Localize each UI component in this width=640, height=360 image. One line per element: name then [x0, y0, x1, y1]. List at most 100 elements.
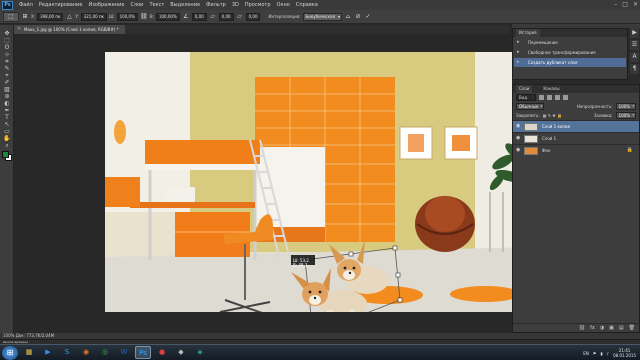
shape-filter-icon[interactable]	[563, 95, 568, 100]
taskbar-app-red-icon[interactable]: ●	[154, 346, 170, 359]
visibility-eye-icon[interactable]: ◉	[516, 121, 520, 132]
paragraph-icon[interactable]: ¶	[630, 64, 639, 74]
taskbar-word-icon[interactable]: W	[116, 346, 132, 359]
menu-item[interactable]: Файл	[16, 2, 36, 8]
tools-panel: ✥ ⬚ ʘ ⊹ ⌗ ✎ ⌖ ✐ ▨ ⊛ ◐ ✒ T ↖ ▭ ✋ ⌕	[0, 25, 14, 333]
taskbar-photoshop-icon[interactable]: Ps	[135, 346, 151, 359]
angle-field[interactable]: 0,00	[191, 12, 207, 21]
tool-preset-picker[interactable]: ⬚	[3, 11, 19, 22]
new-group-icon[interactable]: ▤	[619, 324, 624, 332]
link-icon[interactable]: ⛓	[140, 13, 148, 21]
h-skew-field[interactable]: 0,00	[218, 12, 234, 21]
history-panel: История ▸ Перемещение ▸ Свободное трансформ…	[512, 28, 628, 80]
menu-item[interactable]: Изображение	[85, 2, 127, 8]
lock-label: Закрепить:	[516, 113, 540, 118]
document-tab[interactable]: × Maxx_1.jpg @ 100% (Слой 1 копия, RGB/8…	[14, 25, 125, 34]
history-item-label: Перемещение	[528, 40, 558, 45]
height-field[interactable]: 100,00%	[155, 12, 180, 21]
reference-point-icon[interactable]: ⊞	[21, 13, 29, 21]
link-layers-icon[interactable]: ⛓	[579, 324, 585, 332]
play-actions-icon[interactable]: ▶	[630, 28, 639, 38]
menu-item[interactable]: 3D	[229, 2, 242, 8]
zoom-doc-info: 100% Док: 773,7K/2,04M	[3, 333, 55, 338]
network-icon[interactable]: ▮	[600, 351, 602, 356]
history-item[interactable]: ▸ Создать дубликат слоя	[514, 58, 626, 67]
tab-layers[interactable]: Слои	[516, 85, 533, 93]
menu-item[interactable]: Слои	[127, 2, 146, 8]
taskbar-firefox-icon[interactable]: ◉	[78, 346, 94, 359]
adjustment-filter-icon[interactable]	[547, 95, 552, 100]
layer-kind-filter[interactable]: Вид	[516, 94, 536, 101]
relative-position-icon[interactable]: △	[65, 13, 73, 21]
add-mask-icon[interactable]: ▣	[609, 324, 614, 332]
transform-tooltip-line: В: 48,3	[293, 263, 308, 268]
close-window-button[interactable]: ✕	[633, 0, 638, 10]
blend-mode-dropdown[interactable]: Обычные	[516, 103, 545, 110]
document-tab-bar: × Maxx_1.jpg @ 100% (Слой 1 копия, RGB/8…	[14, 25, 510, 34]
history-item[interactable]: ▸ Свободное трансформирование	[514, 48, 626, 57]
commit-transform-icon[interactable]: ✓	[364, 13, 372, 21]
taskbar-skype-icon[interactable]: S	[59, 346, 75, 359]
fx-icon[interactable]: fx	[590, 324, 595, 332]
fill-field[interactable]: 100%	[615, 112, 636, 119]
clock[interactable]: 21:41 08.01.2015	[613, 348, 636, 358]
type-filter-icon[interactable]	[555, 95, 560, 100]
visibility-eye-icon[interactable]: ◉	[516, 133, 520, 144]
minimize-button[interactable]: –	[614, 0, 617, 10]
y-field[interactable]: 321,00 пк	[80, 12, 107, 21]
x-label: X:	[31, 14, 36, 19]
menu-item[interactable]: Выделение	[167, 2, 203, 8]
language-indicator[interactable]: EN	[583, 351, 589, 356]
interpolation-dropdown[interactable]: Бикубическая	[302, 12, 343, 21]
canvas-area[interactable]: Ш: 53,2 В: 48,3	[15, 34, 535, 333]
layer-name: Слой 1	[542, 136, 557, 141]
document-title: Maxx_1.jpg @ 100% (Слой 1 копия, RGB/8#)…	[24, 27, 119, 32]
menu-item[interactable]: Окно	[274, 2, 293, 8]
right-panels: История ▸ Перемещение ▸ Свободное трансформ…	[512, 24, 640, 333]
taskbar-app-gray-icon[interactable]: ◆	[173, 346, 189, 359]
tool-button[interactable]: ⌕	[2, 141, 12, 150]
menu-item[interactable]: Текст	[146, 2, 167, 8]
start-button[interactable]: ⊞	[2, 345, 18, 360]
adjustment-layer-icon[interactable]: ◑	[600, 324, 604, 332]
menu-item[interactable]: Просмотр	[242, 2, 274, 8]
flag-icon[interactable]: ⚑	[593, 351, 597, 356]
history-item[interactable]: ▸ Перемещение	[514, 38, 626, 47]
lock-icons[interactable]: ▦ ✎ ✥ 🔒	[543, 111, 562, 120]
volume-icon[interactable]: ♪	[607, 351, 610, 356]
history-item-label: Свободное трансформирование	[528, 50, 596, 55]
warp-mode-icon[interactable]: ⌓	[344, 13, 352, 21]
layer-row[interactable]: ◉ Слой 1 копия	[513, 120, 639, 132]
taskbar-explorer-icon[interactable]: ▦	[21, 346, 37, 359]
interpolation-label: Интерполяция:	[268, 14, 301, 19]
foreground-color-swatch[interactable]	[2, 151, 9, 158]
x-field[interactable]: 398,00 пк	[37, 12, 64, 21]
fill-label: Заливка:	[593, 113, 613, 118]
taskbar-apps: ▦ ▶ S ◉ ◎ W Ps ● ◆ ◈	[18, 346, 208, 359]
tab-channels[interactable]: Каналы	[540, 85, 562, 93]
layer-row[interactable]: ◉ Фон 🔒	[513, 144, 639, 156]
opacity-field[interactable]: 100%	[615, 103, 636, 110]
v-skew-field[interactable]: 0,00	[245, 12, 261, 21]
cancel-transform-icon[interactable]: ⊘	[354, 13, 362, 21]
maximize-button[interactable]: □	[622, 0, 628, 10]
width-field[interactable]: 100,0%	[116, 12, 138, 21]
taskbar-media-player-icon[interactable]: ▶	[40, 346, 56, 359]
character-icon[interactable]: A	[630, 52, 639, 62]
menu-item[interactable]: Редактирование	[36, 2, 86, 8]
menu-item[interactable]: Справка	[293, 2, 321, 8]
layer-row[interactable]: ◉ Слой 1	[513, 132, 639, 144]
v-skew-icon: ▱	[237, 12, 242, 20]
history-step-icon: ▸	[517, 39, 520, 45]
document-image[interactable]: Ш: 53,2 В: 48,3	[105, 52, 535, 312]
menu-item[interactable]: Фильтр	[203, 2, 229, 8]
tab-history[interactable]: История	[516, 29, 540, 37]
pixel-filter-icon[interactable]	[539, 95, 544, 100]
taskbar-app-teal-icon[interactable]: ◈	[192, 346, 208, 359]
taskbar-chrome-icon[interactable]: ◎	[97, 346, 113, 359]
trash-icon[interactable]: 🗑	[629, 324, 635, 332]
visibility-eye-icon[interactable]: ◉	[516, 145, 520, 156]
properties-icon[interactable]: ☰	[630, 40, 639, 50]
close-tab-icon[interactable]: ×	[17, 25, 21, 34]
side-icon-strip: ▶ ☰ A ¶	[630, 28, 640, 76]
